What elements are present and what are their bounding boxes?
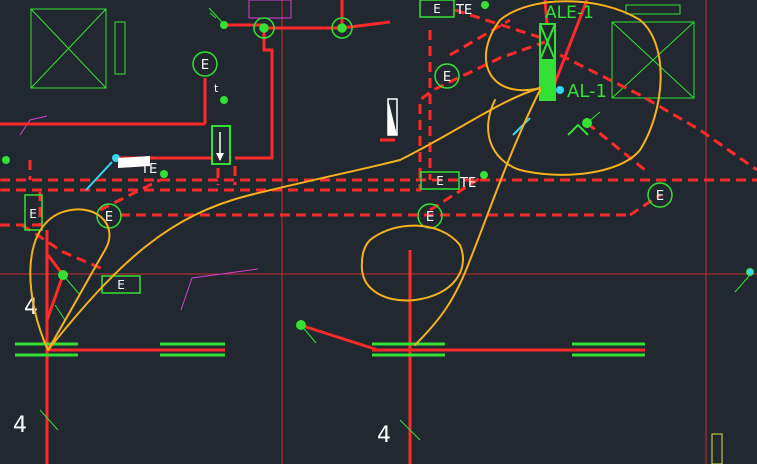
dashed-ducts	[0, 8, 757, 272]
dot-top-right[interactable]	[481, 1, 489, 9]
unit-label-ale: ALE-1	[545, 3, 594, 23]
vav-boxes	[211, 23, 589, 165]
te-label-top: TE	[455, 3, 472, 18]
diffuser-top-left-center	[259, 23, 269, 33]
equipment-box-left-slot	[114, 21, 126, 75]
e-tag-rect-2-label: E	[436, 174, 444, 188]
e-tag-circle-5-label: E	[656, 189, 664, 204]
markup-stroke-left-to-al	[47, 87, 541, 351]
te-label-left: TE	[140, 162, 157, 177]
yellow-marker-corner	[711, 433, 723, 464]
tick-top-left-2	[209, 12, 217, 19]
tick-dim-upper	[54, 304, 66, 321]
dot-center-lower[interactable]	[296, 320, 306, 330]
e-tag-circle-1[interactable]: E	[192, 51, 218, 77]
markup-circle-center	[360, 224, 464, 302]
e-tag-circle-1-label: E	[201, 58, 209, 73]
e-tag-rect-4-label: E	[117, 278, 125, 292]
duct-left-diagonal	[21, 223, 106, 272]
e-tag-rect-1[interactable]: E	[419, 0, 455, 18]
tick-top-left	[208, 7, 223, 23]
e-tag-circle-4-label: E	[426, 210, 434, 225]
white-damper-center-fill	[388, 99, 397, 135]
dot-right[interactable]	[582, 118, 592, 128]
equipment-boxes	[30, 0, 723, 464]
e-tag-rect-3-label: E	[29, 207, 37, 221]
magenta-box-top	[248, 0, 292, 19]
pipe-riser-top	[224, 23, 274, 160]
dimension-labels: 4 4 4	[13, 295, 391, 448]
leader-ticks	[39, 7, 751, 441]
cad-drawing-canvas[interactable]: E E E E E E E E E TE TE TE ALE-1 AL-1 t …	[0, 0, 757, 464]
white-arrow-damper-head	[216, 153, 224, 161]
dot-top-left[interactable]	[220, 21, 228, 29]
cyan-dot-right	[556, 86, 564, 94]
duct-e-link-left	[99, 178, 161, 212]
e-tag-circle-2-label: E	[443, 70, 451, 85]
dot-edge-left[interactable]	[2, 156, 10, 164]
diffuser-top-center-center	[337, 23, 347, 33]
e-tag-circle-2[interactable]: E	[434, 63, 460, 89]
dim-label-center: 4	[377, 423, 391, 448]
magenta-line-middle	[180, 268, 259, 311]
e-tag-rect-4[interactable]: E	[101, 275, 141, 294]
duct-diagonal-right	[559, 53, 757, 172]
e-tags-rect: E E E E	[24, 0, 460, 294]
magenta-accents	[19, 115, 259, 311]
dim-label-left-lower: 4	[13, 413, 27, 438]
small-t-label: t	[214, 82, 219, 95]
tick-edge	[734, 274, 751, 293]
unit-label-al: AL-1	[567, 81, 607, 102]
e-tag-circle-5[interactable]: E	[647, 182, 673, 208]
cyan-leader-right	[512, 117, 531, 136]
dot-below-e1[interactable]	[220, 96, 228, 104]
dot-left-lower[interactable]	[58, 270, 68, 280]
cyan-leader-left	[85, 161, 113, 191]
equipment-box-right-top-slot	[625, 4, 681, 15]
tick-dim-left	[39, 409, 59, 431]
e-tag-circle-4[interactable]: E	[417, 203, 443, 229]
dot-te-center[interactable]	[480, 171, 488, 179]
duct-short-right	[586, 121, 646, 172]
cyan-dot-edge	[747, 269, 753, 275]
dot-te-left[interactable]	[160, 170, 168, 178]
e-tag-rect-1-label: E	[433, 2, 441, 16]
grid-axes	[0, 0, 757, 464]
te-label-center: TE	[459, 176, 476, 191]
vav-box-al[interactable]	[539, 59, 556, 101]
pipe-top-right	[341, 20, 391, 30]
